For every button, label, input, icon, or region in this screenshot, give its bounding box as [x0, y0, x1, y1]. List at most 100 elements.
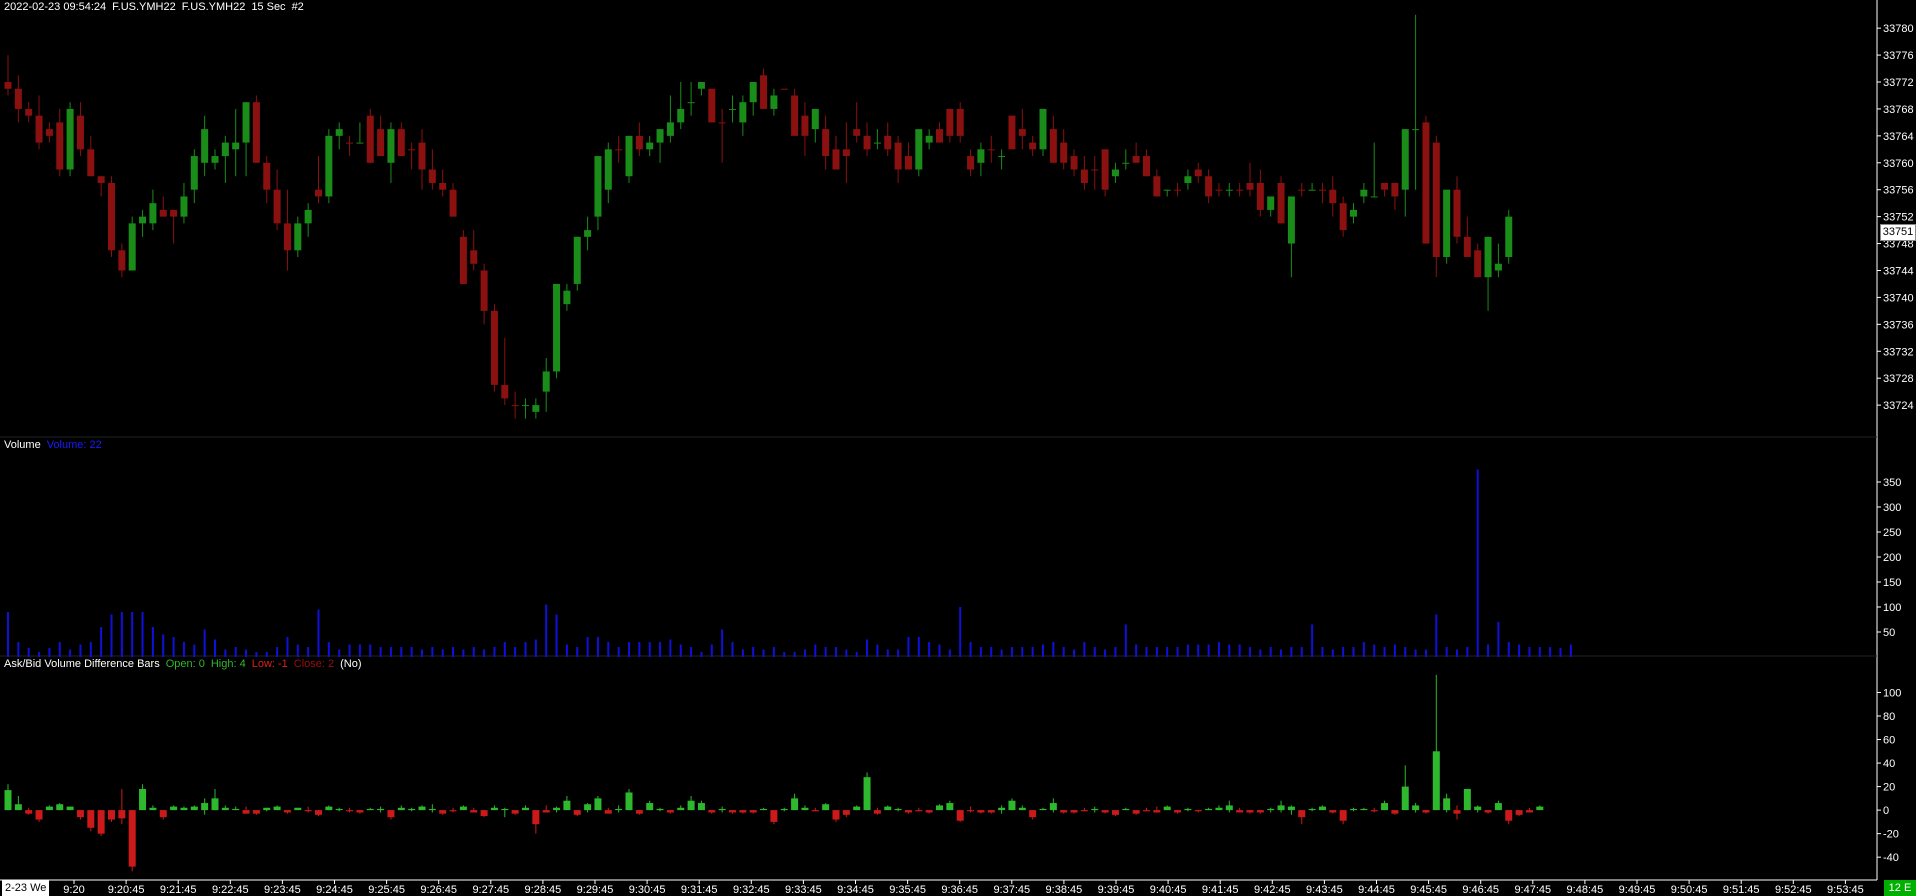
volume-bar — [1559, 648, 1562, 657]
volume-bar — [576, 647, 579, 657]
volume-bar — [1073, 649, 1076, 657]
time-tick-label: 9:35:45 — [889, 884, 926, 896]
volume-bar — [752, 647, 755, 657]
time-tick-label: 9:50:45 — [1671, 884, 1708, 896]
price-candle-body — [1101, 149, 1109, 190]
volume-bar — [1497, 622, 1500, 657]
volume-axis-tick-label: 250 — [1883, 527, 1901, 539]
price-axis-tick-label: 33776 — [1883, 50, 1914, 62]
price-candle-body — [925, 135, 933, 143]
askbid-candle-body — [946, 803, 954, 811]
volume-bar — [1000, 649, 1003, 657]
volume-bar — [410, 647, 413, 657]
header-interval: 15 Sec — [251, 1, 286, 13]
askbid-candle-body — [1091, 808, 1099, 811]
price-candle-body — [14, 88, 22, 109]
time-tick-label: 9:53:45 — [1827, 884, 1864, 896]
price-candle-body — [346, 142, 354, 144]
askbid-candle-body — [232, 808, 240, 811]
volume-bar — [214, 639, 216, 657]
price-axis-tick-label: 33728 — [1883, 373, 1914, 385]
volume-bar — [679, 644, 682, 657]
volume-bar — [1197, 644, 1200, 657]
price-candle-body — [894, 142, 902, 170]
volume-bar — [1290, 647, 1293, 657]
chart-canvas[interactable]: 3372433728337323373633740337443374833752… — [0, 0, 1916, 896]
corner-box[interactable]: 12 E — [1884, 880, 1916, 896]
price-candle-body — [1029, 142, 1037, 150]
price-candle-body — [1298, 189, 1306, 191]
price-candle-body — [397, 129, 405, 157]
askbid-candle-body — [915, 810, 923, 812]
price-candle-body — [87, 149, 95, 177]
price-candle-body — [76, 115, 84, 150]
volume-bar — [1311, 624, 1314, 657]
volume-bar — [1217, 642, 1220, 657]
price-candle-body — [842, 149, 850, 157]
askbid-candle-body — [604, 810, 612, 814]
time-tick-label: 9:30:45 — [629, 884, 666, 896]
askbid-candle-body — [428, 808, 436, 811]
volume-bar — [793, 652, 796, 657]
price-candle-body — [294, 223, 302, 251]
volume-bar — [762, 649, 765, 657]
volume-bar — [731, 642, 734, 657]
askbid-candle-body — [76, 810, 84, 818]
volume-bar — [1114, 647, 1117, 657]
volume-axis-tick-label: 200 — [1883, 552, 1901, 564]
time-tick-label: 9:46:45 — [1462, 884, 1499, 896]
time-tick-label: 9:51:45 — [1723, 884, 1760, 896]
price-candle-body — [180, 196, 188, 217]
volume-bar — [389, 647, 392, 657]
volume-bar — [1083, 642, 1086, 657]
askbid-candle-body — [532, 810, 540, 825]
askbid-candle-body — [242, 810, 250, 814]
askbid-candle-body — [1277, 805, 1285, 811]
volume-bar — [327, 642, 330, 657]
askbid-candle-body — [449, 810, 457, 812]
volume-bar — [855, 652, 858, 657]
volume-bar — [669, 639, 672, 657]
volume-bar — [441, 649, 444, 657]
time-tick-label: 9:38:45 — [1046, 884, 1083, 896]
price-candle-body — [283, 223, 291, 251]
price-candle-body — [1401, 129, 1409, 190]
volume-bar — [928, 642, 931, 657]
volume-bar — [617, 647, 620, 657]
price-candle-body — [377, 129, 385, 157]
price-candle-body — [739, 102, 747, 123]
askbid-candle-body — [66, 806, 74, 811]
price-candle-body — [615, 149, 623, 151]
price-candle-body — [439, 182, 447, 190]
volume-bar — [1352, 647, 1355, 657]
time-tick-label: 9:24:45 — [316, 884, 353, 896]
price-candle-body — [1008, 115, 1016, 150]
volume-bar — [1331, 649, 1334, 657]
volume-bar — [462, 649, 465, 657]
price-candle-body — [656, 129, 664, 143]
askbid-candle-body — [1298, 810, 1306, 818]
volume-axis-tick-label: 150 — [1883, 577, 1901, 589]
price-axis-tick-label: 33724 — [1883, 400, 1914, 412]
askbid-candle-body — [201, 803, 209, 811]
price-candle-body — [1453, 189, 1461, 237]
price-candle-body — [729, 108, 736, 110]
volume-bar — [1456, 649, 1458, 657]
volume-bar — [1538, 647, 1541, 657]
askbid-candle-body — [1101, 810, 1109, 813]
price-candle-body — [149, 203, 157, 224]
askbid-candle-body — [936, 805, 943, 811]
price-candle-body — [853, 129, 861, 136]
price-candle-body — [1153, 176, 1161, 197]
volume-bar — [421, 649, 423, 657]
price-candle-body — [1174, 189, 1182, 191]
price-candle-body — [211, 156, 219, 163]
price-candle-body — [1184, 176, 1192, 183]
price-candle-body — [1215, 189, 1223, 191]
askbid-axis-tick-label: 80 — [1883, 711, 1895, 723]
askbid-candle-body — [1391, 810, 1399, 814]
volume-bar — [534, 639, 537, 657]
price-candle-body — [1443, 189, 1451, 258]
askbid-candle-body — [439, 810, 447, 814]
price-candle-body — [1463, 236, 1471, 258]
